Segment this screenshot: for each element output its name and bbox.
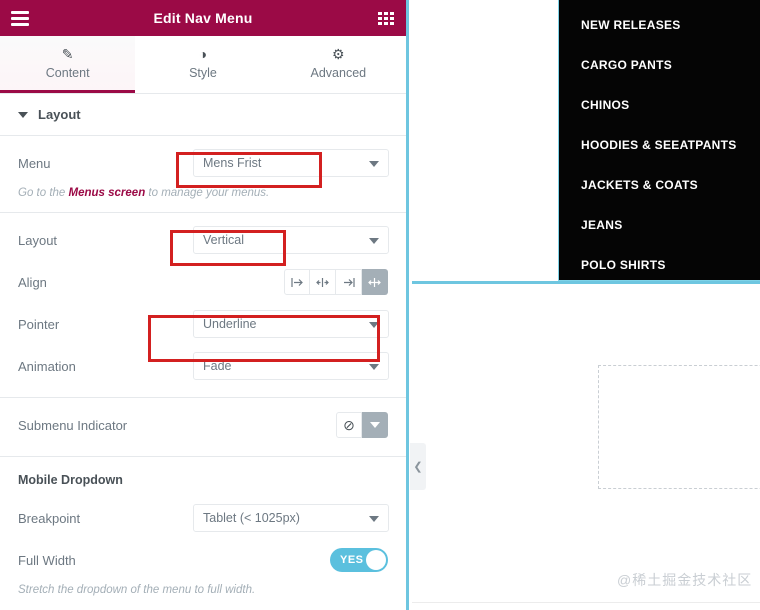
tab-advanced-label: Advanced <box>310 65 367 80</box>
tab-advanced[interactable]: ⚙ Advanced <box>270 36 406 93</box>
align-label: Align <box>18 274 47 290</box>
nav-item[interactable]: CARGO PANTS <box>559 45 760 85</box>
nav-item[interactable]: JEANS <box>559 205 760 245</box>
nav-item[interactable]: HOODIES & SEEATPANTS <box>559 125 760 165</box>
control-animation: Animation Fade <box>18 345 389 387</box>
mobile-dropdown-title: Mobile Dropdown <box>18 473 123 488</box>
tab-content-label: Content <box>45 65 90 80</box>
menu-label: Menu <box>18 155 51 171</box>
gear-icon: ⚙ <box>332 45 345 62</box>
full-width-toggle[interactable]: YES <box>330 548 388 573</box>
submenu-indicator-label: Submenu Indicator <box>18 417 128 433</box>
nav-item[interactable]: JACKETS & COATS <box>559 165 760 205</box>
tab-content[interactable]: ✎ Content <box>0 36 136 93</box>
full-width-label: Full Width <box>18 552 76 568</box>
nav-item[interactable]: POLO SHIRTS <box>559 245 760 285</box>
control-layout: Layout Vertical <box>18 219 389 261</box>
pointer-select-value: Underline <box>203 317 257 332</box>
nav-item[interactable]: CHINOS <box>559 85 760 125</box>
menu-select-value: Mens Frist <box>203 156 262 170</box>
control-menu: Menu Mens Frist Go to the Menus screen t… <box>0 136 406 214</box>
hamburger-icon[interactable] <box>0 0 40 36</box>
toggle-knob <box>366 550 386 571</box>
align-button-group <box>284 269 388 296</box>
layout-select[interactable]: Vertical <box>193 226 389 255</box>
panel-header: Edit Nav Menu <box>0 0 406 36</box>
chevron-down-icon <box>369 364 379 371</box>
none-circle-slash-icon[interactable]: ⊘ <box>336 412 362 439</box>
grid-icon[interactable] <box>366 0 406 36</box>
animation-select[interactable]: Fade <box>193 352 389 381</box>
control-full-width: Full Width YES <box>18 539 388 581</box>
empty-widget-placeholder <box>598 365 760 489</box>
animation-select-value: Fade <box>203 359 232 374</box>
page-title: Edit Nav Menu <box>153 10 253 26</box>
menu-select[interactable]: Mens Frist <box>193 149 389 177</box>
layout-label: Layout <box>18 232 58 248</box>
align-right-icon[interactable] <box>336 269 362 296</box>
tab-style[interactable]: ◑ Style <box>135 36 271 93</box>
pointer-label: Pointer <box>18 316 60 332</box>
bottom-divider <box>412 602 760 603</box>
nav-menu-dropdown: NEW RELEASES CARGO PANTS CHINOS HOODIES … <box>558 0 760 281</box>
chevron-down-icon <box>18 111 28 118</box>
nav-item[interactable]: NEW RELEASES <box>559 5 760 45</box>
chevron-down-icon <box>369 322 379 329</box>
breakpoint-label: Breakpoint <box>18 510 81 526</box>
align-left-icon[interactable] <box>284 269 310 296</box>
align-center-icon[interactable] <box>310 269 336 296</box>
chevron-down-icon <box>369 161 379 167</box>
control-pointer: Pointer Underline <box>18 303 389 345</box>
preview-area: NEW RELEASES CARGO PANTS CHINOS HOODIES … <box>410 0 760 610</box>
control-group-layout: Layout Vertical Align Pointer Underline … <box>0 213 406 399</box>
section-layout-header[interactable]: Layout <box>0 94 406 136</box>
pointer-select[interactable]: Underline <box>193 310 389 339</box>
section-layout-title: Layout <box>38 107 81 122</box>
editor-panel: Edit Nav Menu ✎ Content ◑ Style ⚙ Advanc… <box>0 0 409 610</box>
panel-tabs: ✎ Content ◑ Style ⚙ Advanced <box>0 36 406 94</box>
menus-screen-link[interactable]: Menus screen <box>69 187 146 199</box>
screen-root: Edit Nav Menu ✎ Content ◑ Style ⚙ Advanc… <box>0 0 760 610</box>
breakpoint-select[interactable]: Tablet (< 1025px) <box>193 504 389 533</box>
control-breakpoint: Breakpoint Tablet (< 1025px) <box>18 497 389 539</box>
control-submenu-indicator: Submenu Indicator ⊘ <box>0 398 406 458</box>
chevron-down-icon <box>370 422 380 429</box>
breakpoint-select-value: Tablet (< 1025px) <box>203 511 300 526</box>
chevron-left-icon[interactable]: ❮ <box>410 443 426 490</box>
pencil-icon: ✎ <box>61 45 74 62</box>
layout-select-value: Vertical <box>203 233 244 248</box>
align-justify-icon[interactable] <box>362 269 388 296</box>
chevron-down-icon <box>369 516 379 523</box>
section-divider <box>412 281 760 284</box>
animation-label: Animation <box>18 358 76 374</box>
submenu-indicator-group: ⊘ <box>336 412 388 439</box>
control-group-mobile: Breakpoint Tablet (< 1025px) Full Width … <box>0 491 406 609</box>
full-width-toggle-value: YES <box>340 554 364 567</box>
watermark: @稀土掘金技术社区 <box>617 572 753 588</box>
menu-hint-after: to manage your menus. <box>145 187 270 199</box>
submenu-indicator-dropdown[interactable] <box>362 412 388 439</box>
tab-style-label: Style <box>189 65 217 80</box>
contrast-icon: ◑ <box>198 45 208 62</box>
menu-hint: Go to the Menus screen to manage your me… <box>18 185 388 202</box>
chevron-down-icon <box>369 238 379 245</box>
control-align: Align <box>18 261 388 303</box>
full-width-hint: Stretch the dropdown of the menu to full… <box>18 584 256 597</box>
menu-hint-before: Go to the <box>18 187 69 199</box>
